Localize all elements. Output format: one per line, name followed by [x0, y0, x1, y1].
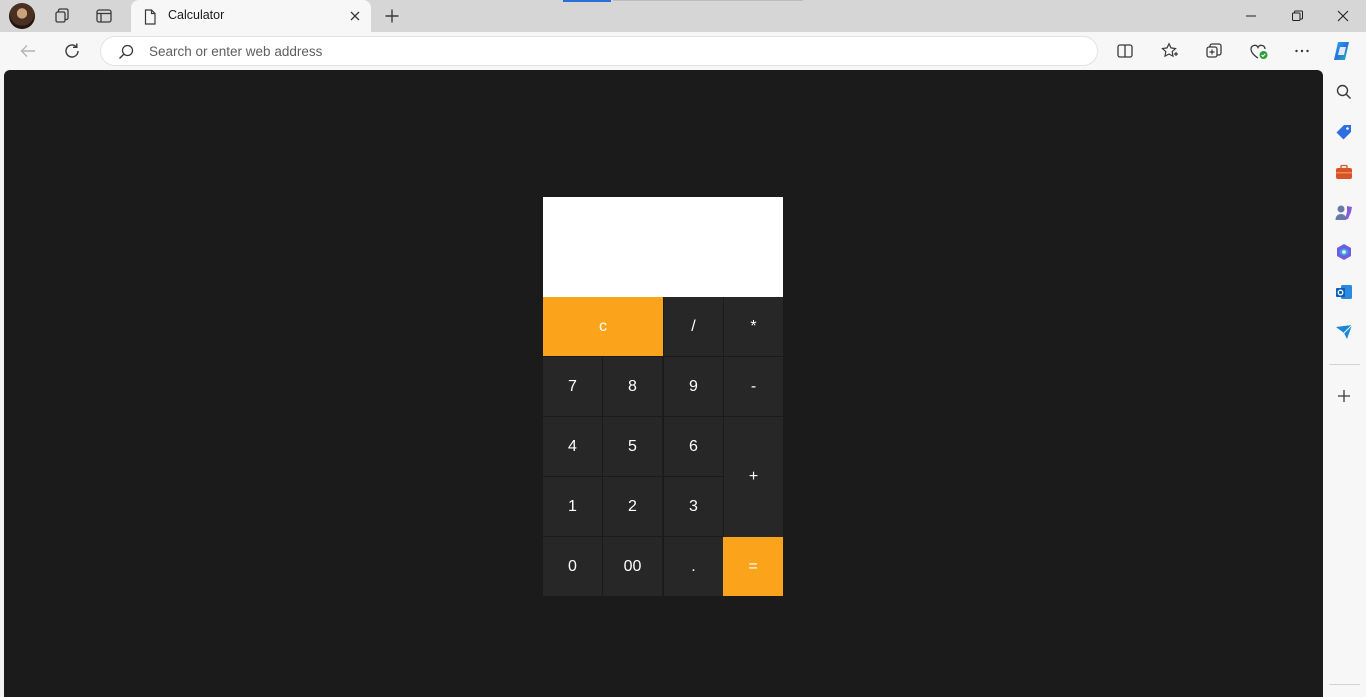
- copilot-icon[interactable]: [1330, 39, 1356, 63]
- key-4-button[interactable]: 4: [543, 417, 602, 476]
- new-tab-icon[interactable]: [380, 4, 404, 28]
- key-7-button[interactable]: 7: [543, 357, 602, 416]
- key-8-button[interactable]: 8: [603, 357, 662, 416]
- multiply-button[interactable]: *: [724, 297, 783, 356]
- microsoft-365-icon[interactable]: [1333, 241, 1355, 263]
- calculator-display[interactable]: [543, 197, 783, 297]
- key-9-button[interactable]: 9: [664, 357, 723, 416]
- search-icon[interactable]: [1333, 81, 1355, 103]
- key-1-button[interactable]: 1: [543, 477, 602, 536]
- close-tab-icon[interactable]: [347, 8, 363, 24]
- browser-essentials-icon[interactable]: [1246, 39, 1272, 63]
- search-icon: [118, 44, 134, 65]
- sidebar-divider-bottom: [1329, 684, 1360, 685]
- tab-calculator[interactable]: Calculator: [131, 0, 371, 33]
- key-00-button[interactable]: 00: [603, 537, 662, 596]
- games-icon[interactable]: [1333, 201, 1355, 223]
- refresh-icon[interactable]: [59, 39, 85, 63]
- tab-strip: Calculator: [0, 0, 1366, 33]
- key-5-button[interactable]: 5: [603, 417, 662, 476]
- more-options-icon[interactable]: [1289, 39, 1315, 63]
- edge-sidebar: [1323, 70, 1366, 697]
- add-icon[interactable]: [1333, 385, 1355, 407]
- minimize-icon[interactable]: [1228, 0, 1274, 32]
- collections-icon[interactable]: [1201, 39, 1227, 63]
- key-2-button[interactable]: 2: [603, 477, 662, 536]
- clear-label: c: [599, 317, 607, 335]
- decimal-button[interactable]: .: [664, 537, 723, 596]
- loading-indicator: [563, 0, 611, 2]
- address-bar[interactable]: [100, 36, 1098, 66]
- close-window-icon[interactable]: [1320, 0, 1366, 32]
- key-3-button[interactable]: 3: [664, 477, 723, 536]
- favorites-icon[interactable]: [1157, 39, 1183, 63]
- send-icon[interactable]: [1333, 321, 1355, 343]
- divide-button[interactable]: /: [664, 297, 723, 356]
- key-6-button[interactable]: 6: [664, 417, 723, 476]
- minus-button[interactable]: -: [724, 357, 783, 416]
- equals-label: =: [748, 557, 758, 575]
- back-icon[interactable]: [15, 39, 41, 63]
- sidebar-divider: [1329, 364, 1360, 365]
- shopping-tag-icon[interactable]: [1333, 121, 1355, 143]
- tab-title: Calculator: [168, 8, 225, 22]
- key-0-button[interactable]: 0: [543, 537, 602, 596]
- document-icon: [143, 9, 157, 30]
- clear-button[interactable]: c: [543, 297, 663, 356]
- tab-actions-icon[interactable]: [92, 4, 116, 28]
- calculator: c / * 7 8 9 - 4 5 6 + 1 2 3 0 00 . =: [543, 197, 783, 597]
- navigation-bar: [0, 32, 1366, 70]
- address-input[interactable]: [149, 37, 1049, 65]
- restore-icon[interactable]: [1274, 0, 1320, 32]
- plus-button[interactable]: +: [724, 417, 783, 537]
- loading-track: [613, 0, 803, 1]
- tools-icon[interactable]: [1333, 161, 1355, 183]
- equals-button[interactable]: =: [723, 537, 783, 596]
- page-viewport: c / * 7 8 9 - 4 5 6 + 1 2 3 0 00 . =: [4, 70, 1323, 697]
- profile-avatar[interactable]: [9, 3, 35, 29]
- workspaces-icon[interactable]: [50, 4, 74, 28]
- outlook-icon[interactable]: [1333, 281, 1355, 303]
- split-screen-icon[interactable]: [1112, 39, 1138, 63]
